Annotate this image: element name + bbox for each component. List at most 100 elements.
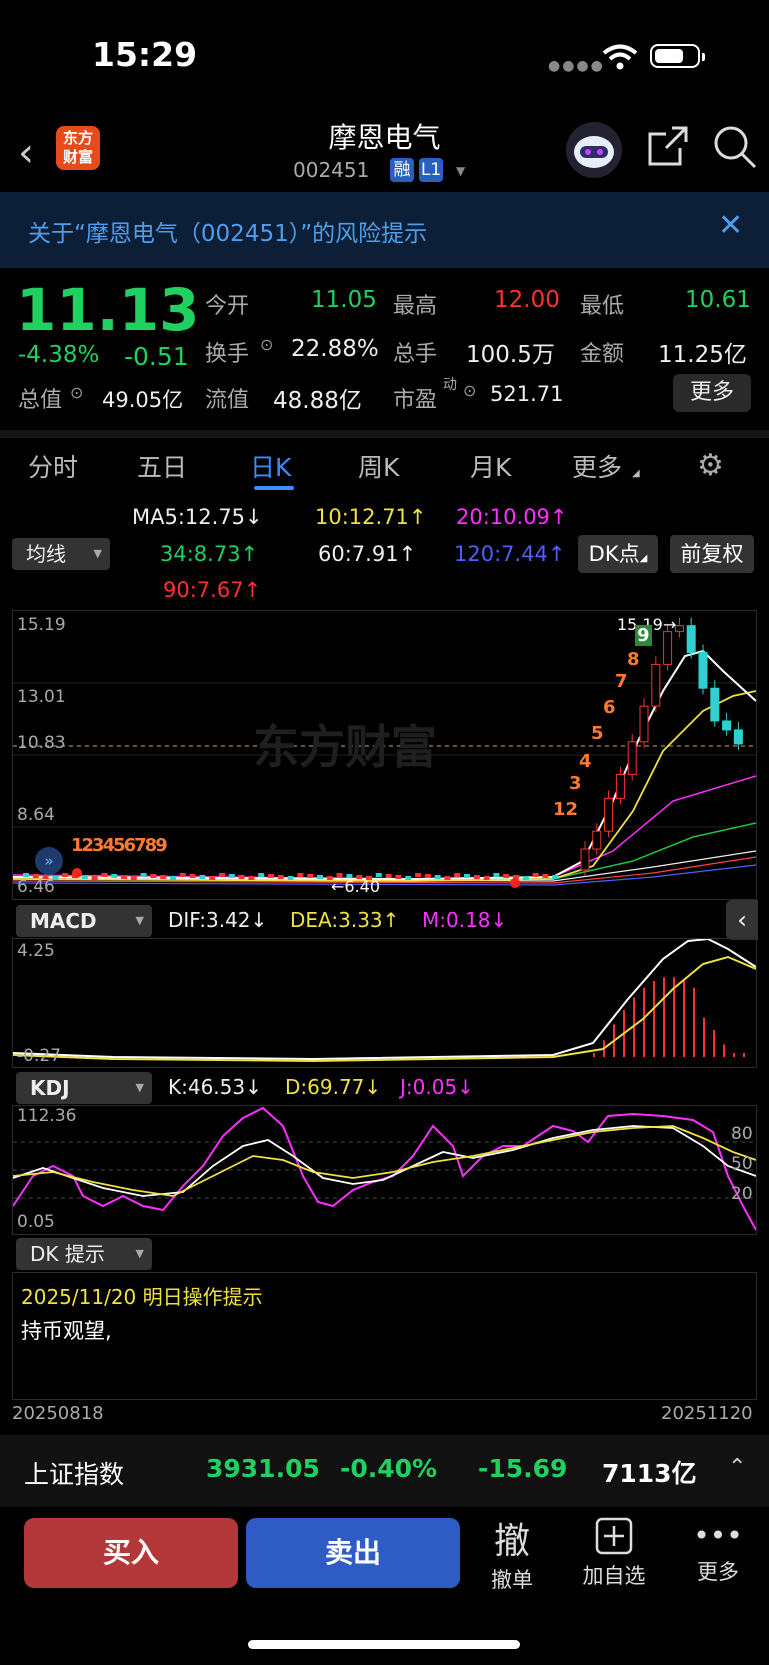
close-icon[interactable]: ✕	[718, 208, 743, 243]
macd-bar	[643, 987, 645, 1057]
y-label-bottom: 6.46	[17, 877, 55, 897]
candle	[297, 873, 304, 877]
kdj-level-50: 50	[731, 1154, 753, 1174]
cancel-order-button[interactable]: 撤 撤单	[488, 1512, 536, 1594]
tab-intraday[interactable]: 分时	[28, 448, 78, 484]
seq-number: 3	[569, 773, 582, 794]
pe-sup: 动	[443, 377, 457, 393]
info-icon[interactable]: ⊙	[260, 335, 273, 354]
info-icon[interactable]: ⊙	[70, 383, 83, 402]
amount-value: 11.25亿	[658, 342, 747, 368]
candle	[615, 774, 625, 799]
y-label-2: 13.01	[17, 687, 66, 707]
macd-bar	[663, 977, 665, 1057]
candle	[663, 631, 673, 665]
candle	[405, 876, 412, 880]
kline-chart[interactable]: 东方财富 15.19 13.01 10.83 8.64 6.46 15.19→ …	[12, 610, 757, 900]
risk-banner[interactable]: 关于“摩恩电气（002451）”的风险提示 ✕	[0, 192, 769, 268]
candle	[150, 874, 157, 878]
macd-chart[interactable]: 4.25 -0.27	[12, 938, 757, 1068]
turnover-label: 换手	[205, 342, 250, 367]
j-value: J:0.05↓	[400, 1075, 474, 1099]
candle	[580, 848, 590, 871]
candle	[434, 875, 441, 879]
tab-five-day[interactable]: 五日	[137, 448, 187, 484]
amount-label: 金额	[580, 342, 625, 367]
macd-selector[interactable]: MACD ▼	[16, 905, 152, 937]
date-start: 20250818	[12, 1403, 104, 1424]
candle	[493, 873, 500, 877]
candle	[722, 720, 732, 731]
stock-code: 002451	[293, 158, 370, 182]
kdj-chart[interactable]: 112.36 0.05 80 50 20	[12, 1105, 757, 1235]
macd-bar	[703, 1017, 705, 1057]
candle	[604, 797, 614, 832]
current-price: 11.13	[16, 276, 200, 344]
candle	[317, 875, 323, 879]
macd-bar	[713, 1029, 715, 1057]
pe-label: 市盈	[393, 388, 438, 413]
indicator-selector[interactable]: 均线 ▼	[12, 538, 110, 570]
macd-bar	[743, 1053, 745, 1057]
change-percent: -4.38%	[18, 342, 100, 368]
sell-button[interactable]: 卖出	[246, 1518, 460, 1588]
ai-assistant-icon[interactable]	[566, 122, 622, 178]
chevron-down-icon[interactable]: ▼	[456, 164, 465, 178]
ma20-value: 20:10.09↑	[456, 505, 568, 529]
kdj-selector[interactable]: KDJ ▼	[16, 1072, 152, 1104]
adjust-button[interactable]: 前复权	[670, 535, 754, 573]
dk-point-button[interactable]: DK点◢	[578, 535, 658, 573]
margin-badge: 融	[390, 158, 414, 182]
open-label: 今开	[205, 294, 250, 319]
turnover-value: 22.88%	[291, 336, 379, 362]
risk-banner-text[interactable]: 关于“摩恩电气（002451）”的风险提示	[28, 214, 427, 248]
candle	[140, 873, 147, 877]
macd-bar	[593, 1053, 595, 1057]
double-chevron-icon[interactable]: »	[35, 847, 63, 875]
seq-number: 5	[591, 723, 604, 744]
candle	[62, 873, 69, 877]
index-name: 上证指数	[24, 1460, 125, 1489]
add-watchlist-button[interactable]: 加自选	[576, 1516, 652, 1590]
candle	[268, 874, 274, 878]
candle	[651, 663, 661, 707]
candle	[130, 876, 137, 880]
candle	[552, 875, 559, 879]
macd-svg	[13, 939, 756, 1063]
gear-icon[interactable]: ⚙	[697, 448, 724, 483]
candle	[101, 873, 108, 877]
seq-number: 12	[553, 799, 579, 820]
signal-icon: ●●●●	[548, 58, 605, 74]
candle	[415, 873, 421, 877]
candle	[542, 874, 549, 878]
info-icon[interactable]: ⊙	[463, 381, 476, 400]
watermark: 东方财富	[253, 720, 437, 774]
index-pct: -0.40%	[340, 1454, 438, 1483]
tab-monthly-k[interactable]: 月K	[470, 448, 511, 484]
dk-tip-selector[interactable]: DK 提示 ▼	[16, 1238, 152, 1270]
more-button[interactable]: ••• 更多	[690, 1516, 746, 1586]
candle	[219, 873, 225, 877]
quote-more-button[interactable]: 更多	[673, 374, 751, 412]
search-icon[interactable]	[712, 124, 758, 170]
buy-button[interactable]: 买入	[24, 1518, 238, 1588]
index-change: -15.69	[478, 1454, 568, 1483]
cancel-icon: 撤	[493, 1521, 530, 1562]
tab-weekly-k[interactable]: 周K	[358, 448, 399, 484]
seq-number: 7	[615, 671, 628, 692]
wifi-icon	[602, 44, 638, 70]
chevron-up-icon[interactable]: ⌃	[728, 1455, 746, 1480]
tab-more[interactable]: 更多	[572, 448, 622, 484]
tab-daily-k[interactable]: 日K	[250, 448, 291, 484]
open-value: 11.05	[311, 287, 377, 313]
divider	[0, 430, 769, 438]
candle	[238, 875, 245, 879]
index-ticker[interactable]: 上证指数 3931.05 -0.40% -15.69 7113亿 ⌃	[0, 1435, 769, 1507]
share-icon[interactable]	[646, 124, 690, 168]
candle	[424, 874, 431, 878]
macd-y-bottom: -0.27	[17, 1046, 61, 1066]
candle	[532, 873, 539, 877]
candle	[248, 876, 255, 880]
chevron-left-icon[interactable]: ‹	[726, 900, 758, 940]
seq-early: 123456789	[71, 835, 168, 856]
